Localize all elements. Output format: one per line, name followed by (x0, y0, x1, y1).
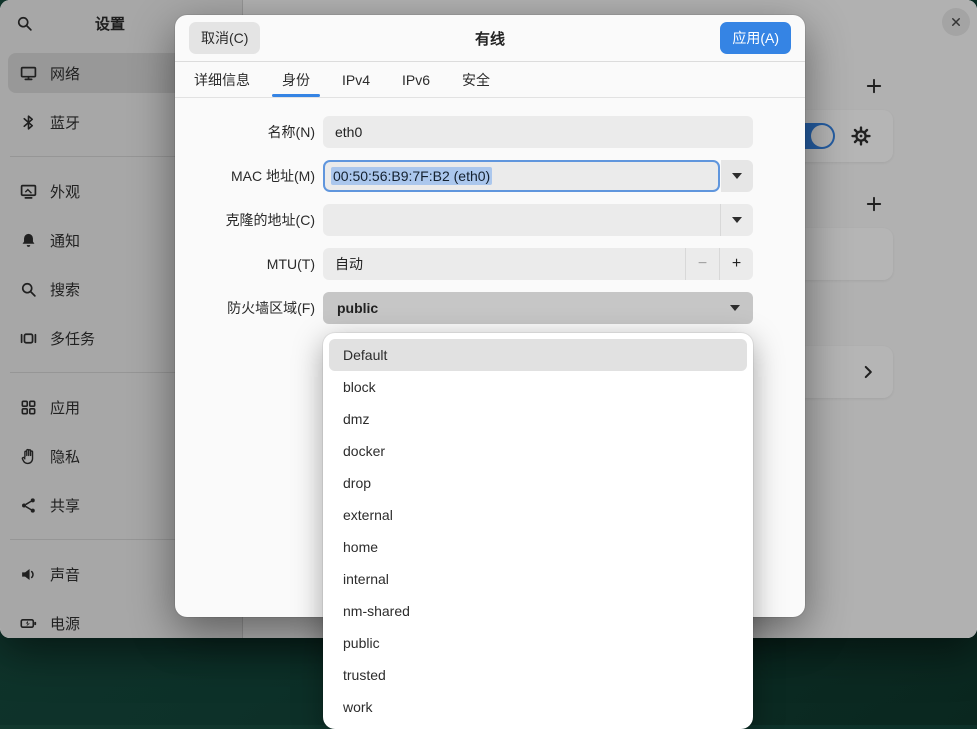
tab-IPv4[interactable]: IPv4 (342, 62, 370, 97)
firewall-zone-option-internal[interactable]: internal (329, 563, 747, 595)
chevron-down-icon (732, 217, 742, 223)
tab-安全[interactable]: 安全 (462, 62, 490, 97)
firewall-zone-option-home[interactable]: home (329, 531, 747, 563)
firewall-zone-option-nm-shared[interactable]: nm-shared (329, 595, 747, 627)
firewall-zone-option-work[interactable]: work (329, 691, 747, 723)
mac-combo: 00:50:56:B9:7F:B2 (eth0) (323, 160, 753, 192)
name-label: 名称(N) (175, 116, 315, 148)
identity-form: 名称(N) eth0 MAC 地址(M) 00:50:56:B9:7F:B2 (… (175, 116, 805, 324)
desktop: { "window": { "title": "设置", "sidebar": … (0, 0, 977, 725)
dialog-tabs: 详细信息身份 IPv4 IPv6 安全 (175, 62, 805, 98)
mtu-increment-button[interactable]: + (720, 255, 753, 273)
dialog-title: 有线 (175, 28, 805, 49)
chevron-down-icon (719, 292, 751, 324)
tab-详细信息[interactable]: 详细信息 (194, 62, 250, 97)
firewall-zone-option-docker[interactable]: docker (329, 435, 747, 467)
firewall-zone-option-trusted[interactable]: trusted (329, 659, 747, 691)
mtu-spinbutton: 自动 − + (323, 248, 753, 280)
chevron-down-icon (732, 173, 742, 179)
firewall-zone-option-external[interactable]: external (329, 499, 747, 531)
firewall-zone-option-drop[interactable]: drop (329, 467, 747, 499)
firewall-zone-value: public (323, 300, 753, 316)
tab-身份[interactable]: 身份 (282, 62, 310, 97)
firewall-zone-option-public[interactable]: public (329, 627, 747, 659)
cloned-address-combo (323, 204, 753, 236)
firewall-zone-option-dmz[interactable]: dmz (329, 403, 747, 435)
mac-dropdown-button[interactable] (721, 160, 753, 192)
dialog-headerbar: 取消(C) 有线 应用(A) (175, 15, 805, 62)
firewall-zone-option-Default[interactable]: Default (329, 339, 747, 371)
cloned-address-label: 克隆的地址(C) (175, 204, 315, 236)
firewall-zone-option-block[interactable]: block (329, 371, 747, 403)
apply-button[interactable]: 应用(A) (720, 22, 791, 54)
mtu-label: MTU(T) (175, 248, 315, 280)
mac-address-input[interactable]: 00:50:56:B9:7F:B2 (eth0) (323, 160, 720, 192)
firewall-zone-popup: Defaultblockdmzdockerdropexternalhomeint… (323, 333, 753, 729)
mac-label: MAC 地址(M) (175, 160, 315, 192)
mac-selected-text: 00:50:56:B9:7F:B2 (eth0) (331, 167, 492, 185)
firewall-zone-label: 防火墙区域(F) (175, 292, 315, 324)
firewall-zone-dropdown[interactable]: public (323, 292, 753, 324)
name-input[interactable]: eth0 (323, 116, 753, 148)
mtu-input[interactable]: 自动 (323, 254, 685, 274)
mtu-decrement-button[interactable]: − (686, 255, 719, 273)
tab-IPv6[interactable]: IPv6 (402, 62, 430, 97)
cloned-dropdown-button[interactable] (721, 217, 753, 223)
name-value: eth0 (323, 124, 374, 140)
cancel-button[interactable]: 取消(C) (189, 22, 260, 54)
